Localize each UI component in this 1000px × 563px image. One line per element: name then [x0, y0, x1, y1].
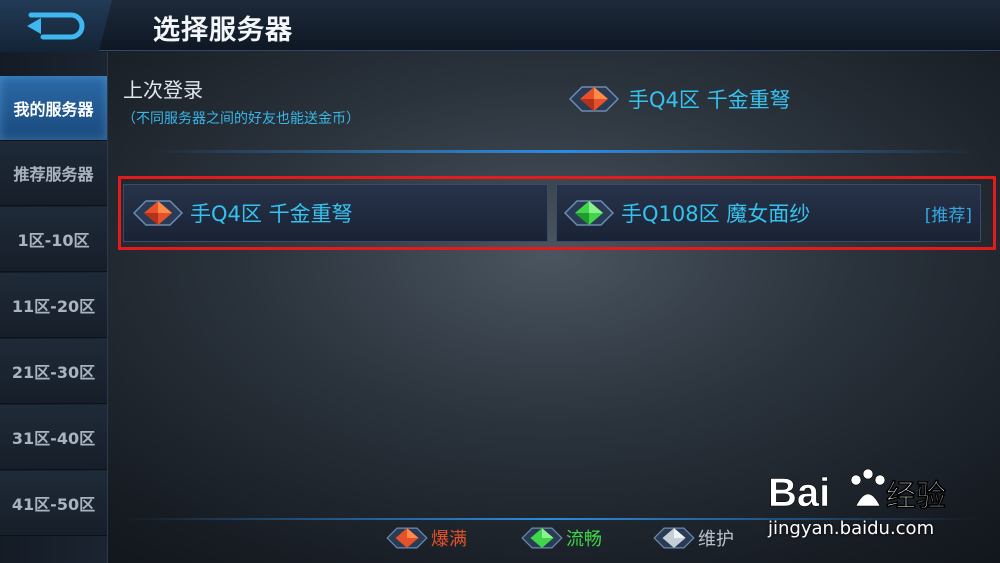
legend-label: 维护 — [698, 529, 734, 550]
sidebar-item-recommended[interactable]: 推荐服务器 — [0, 141, 107, 206]
last-login-server[interactable]: 手Q4区 千金重弩 — [568, 82, 791, 116]
server-range-sidebar: 我的服务器 推荐服务器 1区-10区 11区-20区 21区-30区 31区-4… — [0, 52, 108, 563]
legend-item-smooth: 流畅 — [520, 524, 602, 552]
svg-text:经验: 经验 — [886, 479, 946, 514]
last-login-label: 上次登录 — [123, 78, 203, 102]
back-button[interactable] — [0, 0, 112, 52]
sidebar-item-range-21-30[interactable]: 21区-30区 — [0, 339, 107, 404]
svg-text:Bai: Bai — [768, 471, 830, 515]
sidebar-item-range-41-50[interactable]: 41区-50区 — [0, 471, 107, 536]
last-login-note: （不同服务器之间的好友也能送金币） — [122, 111, 360, 127]
legend-label: 爆满 — [431, 529, 467, 550]
back-arrow-icon — [27, 12, 85, 40]
legend-label: 流畅 — [566, 529, 602, 550]
green-gem-icon — [521, 527, 563, 549]
legend-item-full: 爆满 — [385, 524, 467, 552]
sidebar-item-range-11-20[interactable]: 11区-20区 — [0, 273, 107, 338]
sidebar-item-range-31-40[interactable]: 31区-40区 — [0, 405, 107, 470]
legend-item-maintenance: 维护 — [652, 524, 734, 552]
server-name: 手Q4区 千金重弩 — [628, 88, 791, 112]
red-gem-icon — [386, 527, 428, 549]
section-divider — [150, 150, 980, 153]
red-gem-icon — [568, 86, 620, 112]
sidebar-item-my-servers[interactable]: 我的服务器 — [0, 76, 107, 141]
watermark-url: jingyan.baidu.com — [768, 518, 935, 539]
top-bar: 选择服务器 — [0, 0, 1000, 52]
sidebar-item-range-1-10[interactable]: 1区-10区 — [0, 207, 107, 272]
page-title: 选择服务器 — [153, 15, 293, 46]
grey-gem-icon — [653, 527, 695, 549]
baidu-jingyan-logo: Bai 经验 — [768, 468, 946, 515]
highlight-box — [118, 176, 996, 250]
